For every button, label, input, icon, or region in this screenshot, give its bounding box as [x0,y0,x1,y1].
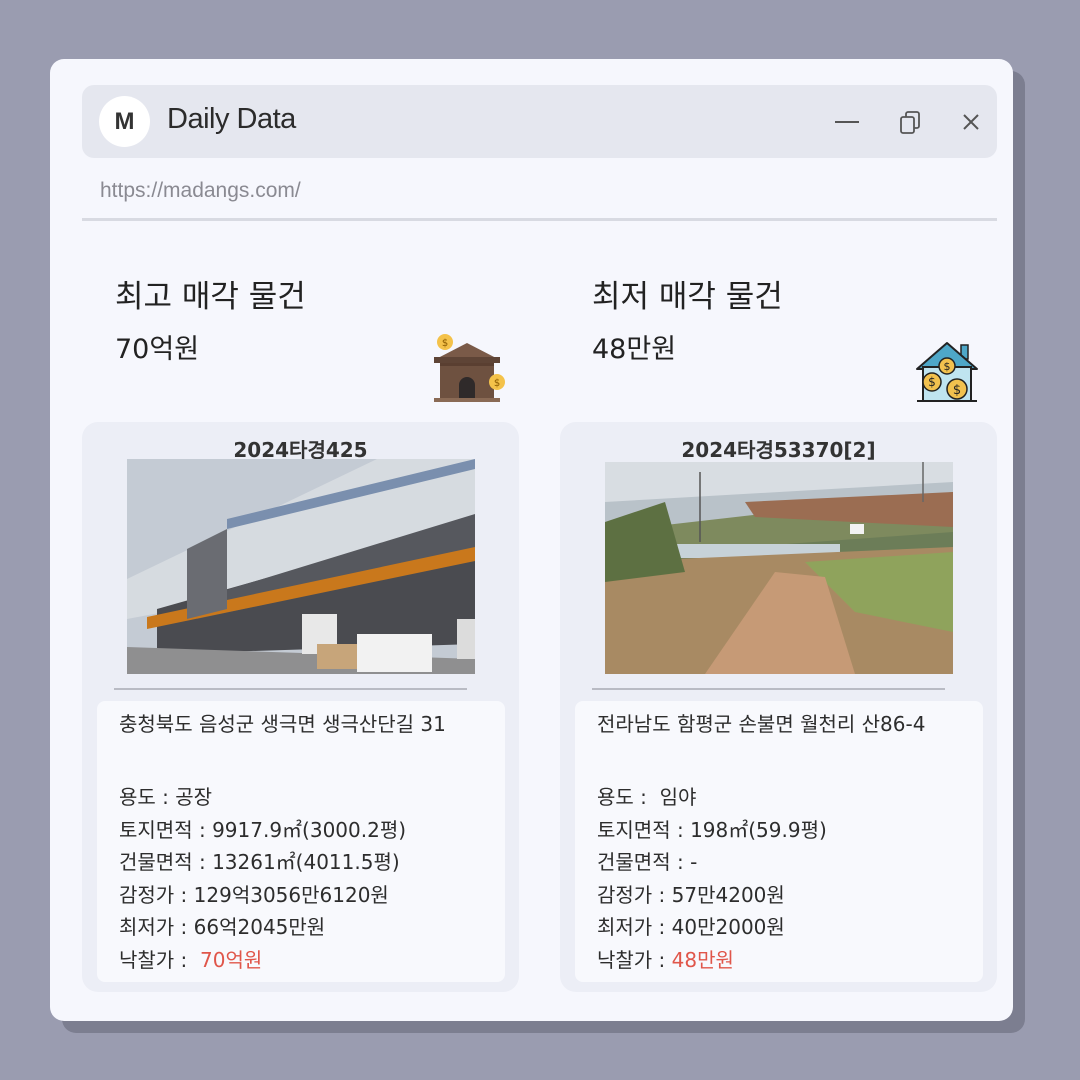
card-divider [592,688,945,690]
building-area-label: 건물면적 : [597,850,691,874]
svg-text:$: $ [494,378,500,389]
appraisal-label: 감정가 : [119,882,194,907]
building-area-row: 건물면적 : 13261㎡(4011.5평) [119,846,483,879]
minimize-icon [835,121,859,123]
property-photo [605,462,953,674]
winning-bid-value: 70억원 [200,947,263,972]
app-title: Daily Data [167,103,296,135]
usage-value: 공장 [175,785,213,809]
restore-button[interactable] [896,107,926,137]
winning-bid-label: 낙찰가 : [597,947,672,972]
minimum-price-row: 최저가 : 66억2045만원 [119,911,483,944]
land-area-row: 토지면적 : 198㎡(59.9평) [597,814,961,847]
land-area-label: 토지면적 : [597,817,691,842]
minimum-price-row: 최저가 : 40만2000원 [597,911,961,944]
land-area-row: 토지면적 : 9917.9㎡(3000.2평) [119,814,483,847]
lowest-heading: 최저 매각 물건 [592,279,783,315]
minimize-button[interactable] [832,107,862,137]
highest-card: 2024타경425 충청북도 음성군 생극면 생극산단길 31 용도 : 공장 [82,422,519,992]
winning-bid-label: 낙찰가 : [119,947,201,972]
url-text[interactable]: https://madangs.com/ [100,179,301,203]
land-area-value: 198㎡(59.9평) [690,817,827,842]
property-details: 충청북도 음성군 생극면 생극산단길 31 용도 : 공장 토지면적 : 991… [97,701,505,982]
minimum-price-value: 66억2045만원 [193,915,326,939]
appraisal-value: 57만4200원 [671,882,785,907]
usage-label: 용도 : [119,785,176,809]
winning-bid-row: 낙찰가 : 48만원 [597,944,961,977]
house-coins-icon: $ $ $ [915,339,979,405]
copy-icon [900,111,920,134]
winning-bid-value: 48만원 [671,947,734,972]
appraisal-value: 129억3056만6120원 [193,882,389,907]
highest-amount: 70억원 [115,334,200,365]
app-window: M Daily Data https://madangs.com/ 최고 매각 … [50,59,1013,1021]
appraisal-row: 감정가 : 129억3056만6120원 [119,879,483,912]
svg-text:$: $ [944,360,951,373]
case-number: 2024타경53370[2] [681,438,876,462]
building-area-label: 건물면적 : [119,850,213,874]
usage-label: 용도 : [597,785,660,809]
winning-bid-row: 낙찰가 : 70억원 [119,944,483,977]
property-photo [127,459,475,674]
land-area-value: 9917.9㎡(3000.2평) [212,817,407,842]
appraisal-row: 감정가 : 57만4200원 [597,879,961,912]
property-details: 전라남도 함평군 손불면 월천리 산86-4 용도 : 임야 토지면적 : 19… [575,701,983,982]
minimum-price-label: 최저가 : [597,915,672,939]
usage-value: 임야 [659,785,697,809]
minimum-price-value: 40만2000원 [671,915,785,939]
minimum-price-label: 최저가 : [119,915,194,939]
usage-row: 용도 : 공장 [119,781,483,814]
card-divider [114,688,467,690]
highest-heading: 최고 매각 물건 [115,279,306,315]
building-area-value: 13261㎡(4011.5평) [212,850,400,874]
svg-text:$: $ [442,338,448,349]
building-area-row: 건물면적 : - [597,846,961,879]
lowest-amount: 48만원 [592,334,677,365]
usage-row: 용도 : 임야 [597,781,961,814]
title-bar: M Daily Data [82,85,997,158]
property-address: 충청북도 음성군 생극면 생극산단길 31 [119,712,446,736]
close-icon [963,114,979,130]
warehouse-money-icon: $ $ [428,329,506,407]
close-button[interactable] [956,107,986,137]
property-address: 전라남도 함평군 손불면 월천리 산86-4 [597,712,926,736]
land-area-label: 토지면적 : [119,817,213,842]
svg-text:$: $ [928,375,936,389]
lowest-card: 2024타경53370[2] 전라남도 함평군 손불면 월천리 산86-4 용도… [560,422,997,992]
app-logo: M [99,96,150,147]
header-divider [82,218,997,221]
appraisal-label: 감정가 : [597,882,672,907]
building-area-value: - [690,850,698,874]
svg-text:$: $ [953,383,961,398]
